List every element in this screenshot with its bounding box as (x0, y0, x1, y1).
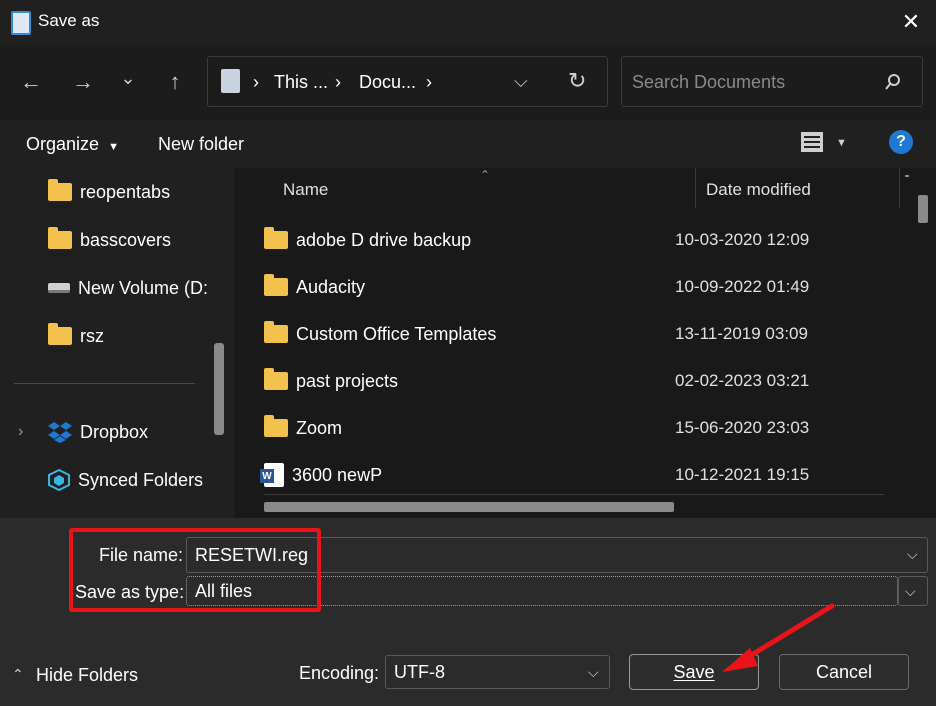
view-dropdown-icon[interactable]: ▼ (836, 137, 847, 149)
sidebar-item-label: reopentabs (80, 181, 171, 202)
file-name: Audacity (296, 276, 366, 297)
hide-folders-button[interactable]: Hide Folders (36, 665, 138, 686)
list-item[interactable]: Zoom 15-06-2020 23:03 (264, 408, 884, 448)
horizontal-scrollbar[interactable] (264, 502, 674, 512)
file-name: 3600 newP (292, 464, 383, 485)
folder-icon (264, 415, 288, 437)
organize-button[interactable]: Organize ▼ (26, 134, 119, 155)
address-dropdown-icon[interactable]: ⌵ (514, 71, 528, 92)
sidebar-item-new-volume[interactable]: New Volume (D: (48, 268, 208, 308)
window-title: Save as (38, 11, 100, 30)
sidebar-item-label: rsz (80, 325, 104, 346)
sidebar-scrollbar[interactable] (214, 343, 224, 435)
sort-ascending-icon: ⌃ (480, 168, 491, 182)
breadcrumb-separator[interactable]: › (426, 72, 432, 93)
command-bar (0, 120, 936, 168)
folder-icon (48, 227, 72, 249)
up-icon[interactable]: ↑ (160, 67, 190, 97)
annotation-arrow (722, 603, 835, 672)
help-icon[interactable]: ? (889, 130, 913, 154)
file-date: 10-12-2021 19:15 (675, 465, 810, 484)
sidebar-item-label: Synced Folders (78, 469, 204, 490)
sidebar-item-synced-folders[interactable]: Synced Folders (48, 460, 203, 500)
recent-locations-icon[interactable]: ⌄ (113, 63, 143, 93)
chevron-down-icon: ⌵ (905, 582, 916, 599)
highlight-box (69, 528, 321, 612)
sidebar-item-label: New Volume (D: (77, 277, 208, 298)
column-header-date-modified[interactable]: Date modified (706, 180, 811, 200)
file-name: Custom Office Templates (296, 323, 497, 344)
search-input[interactable]: Search Documents (632, 72, 785, 93)
document-location-icon (221, 69, 240, 93)
file-name: past projects (296, 370, 399, 391)
divider (264, 494, 884, 495)
breadcrumb-documents[interactable]: Docu... (359, 72, 416, 93)
refresh-icon[interactable]: ↻ (568, 68, 586, 94)
file-date: 15-06-2020 23:03 (675, 418, 810, 437)
file-name: adobe D drive backup (296, 229, 472, 250)
search-box[interactable]: Search Documents (621, 56, 923, 107)
sidebar-item-rsz[interactable]: rsz (48, 316, 104, 356)
vertical-scrollbar[interactable] (918, 195, 928, 223)
view-options-icon[interactable] (800, 131, 824, 153)
file-date: 02-02-2023 03:21 (675, 371, 810, 390)
close-icon[interactable]: ✕ (898, 9, 924, 35)
word-document-icon (260, 463, 284, 487)
encoding-label: Encoding: (299, 663, 380, 683)
sidebar-item-label: basscovers (80, 229, 172, 250)
chevron-down-icon: ⌵ (588, 664, 599, 680)
file-name: Zoom (296, 417, 343, 438)
organize-label: Organize (26, 134, 100, 154)
folder-icon (48, 179, 72, 201)
column-header-name[interactable]: Name (283, 180, 328, 200)
new-folder-button[interactable]: New folder (158, 134, 244, 155)
synced-folder-icon (48, 469, 70, 491)
chevron-up-icon: ⌃ (12, 666, 24, 682)
drive-icon (48, 283, 70, 293)
column-divider[interactable] (695, 168, 696, 208)
sidebar-item-reopentabs[interactable]: reopentabs (48, 172, 170, 212)
folder-icon (264, 321, 288, 343)
chevron-down-icon[interactable]: ⌵ (907, 546, 918, 563)
scroll-up-icon[interactable] (905, 175, 909, 177)
folder-icon (48, 323, 72, 345)
encoding-select[interactable]: UTF-8 ⌵ (385, 655, 610, 689)
save-as-type-dropdown-button[interactable]: ⌵ (898, 576, 928, 606)
breadcrumb-this-pc[interactable]: This ... (274, 72, 328, 93)
folder-icon (264, 368, 288, 390)
sidebar-item-dropbox[interactable]: Dropbox (48, 412, 148, 452)
address-bar[interactable]: › This ... › Docu... › ⌵ ↻ (207, 56, 608, 107)
list-item[interactable]: 3600 newP 10-12-2021 19:15 (260, 455, 884, 495)
divider (14, 383, 195, 384)
list-item[interactable]: Custom Office Templates 13-11-2019 03:09 (264, 314, 884, 354)
list-item[interactable]: Audacity 10-09-2022 01:49 (264, 267, 884, 307)
breadcrumb-separator: › (253, 72, 259, 92)
breadcrumb-separator: › (335, 72, 341, 92)
search-icon (885, 74, 900, 90)
back-icon[interactable]: ← (16, 67, 46, 97)
file-date: 13-11-2019 03:09 (675, 324, 808, 343)
chevron-down-icon: ▼ (108, 141, 119, 153)
sidebar-item-label: Dropbox (80, 421, 149, 442)
notepad-icon (11, 11, 31, 35)
list-item[interactable]: adobe D drive backup 10-03-2020 12:09 (264, 220, 884, 260)
column-divider[interactable] (899, 168, 900, 208)
file-date: 10-09-2022 01:49 (675, 277, 810, 296)
encoding-value: UTF-8 (394, 661, 445, 682)
title-bar (0, 0, 936, 44)
folder-icon (264, 274, 288, 296)
list-item[interactable]: past projects 02-02-2023 03:21 (264, 361, 884, 401)
folder-icon (264, 227, 288, 249)
dropbox-icon (48, 422, 72, 443)
sidebar-item-basscovers[interactable]: basscovers (48, 220, 171, 260)
file-date: 10-03-2020 12:09 (675, 230, 810, 249)
forward-icon[interactable]: → (68, 67, 98, 97)
expand-chevron-icon[interactable]: › (18, 423, 23, 441)
